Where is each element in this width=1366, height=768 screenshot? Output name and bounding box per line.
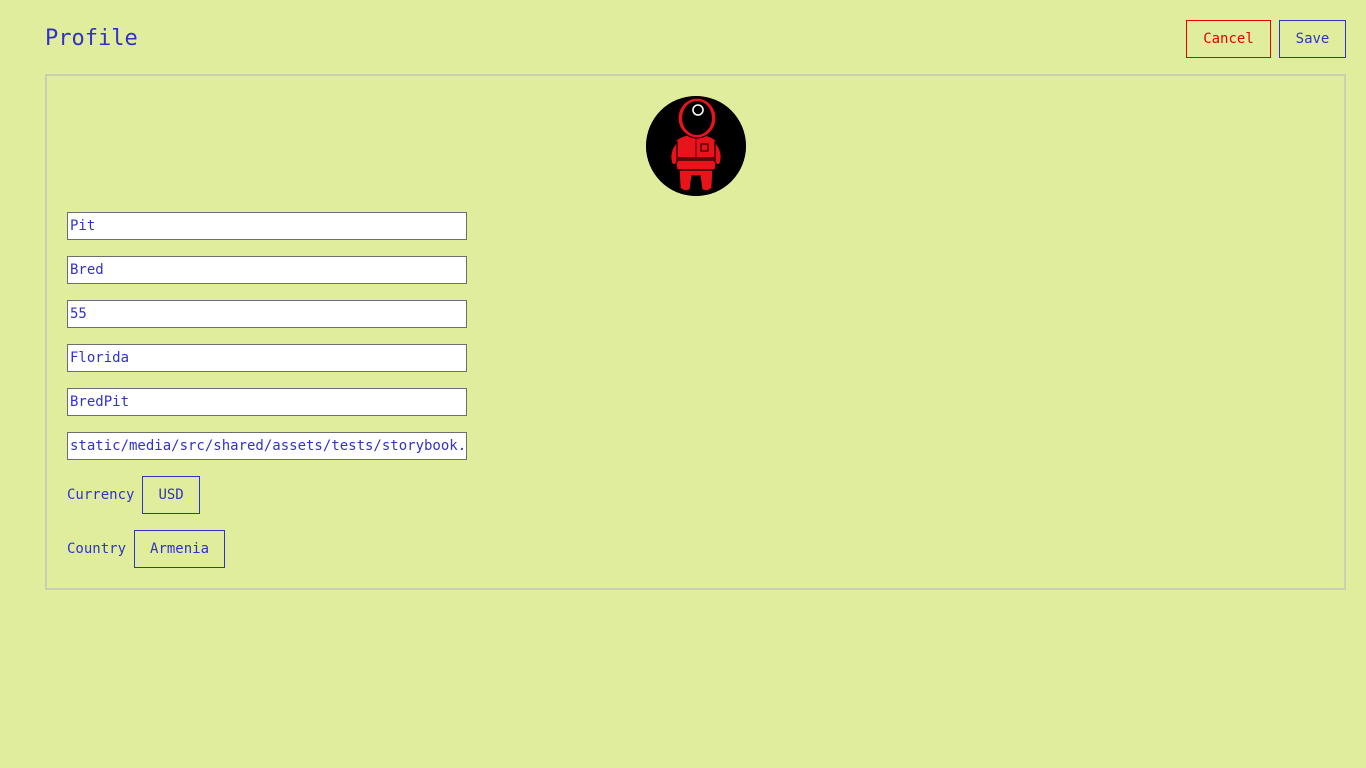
country-select-row: Country Armenia bbox=[67, 530, 226, 568]
save-button[interactable]: Save bbox=[1279, 20, 1346, 58]
avatar-url-input[interactable] bbox=[67, 432, 467, 460]
username-input[interactable] bbox=[67, 388, 467, 416]
avatar bbox=[646, 96, 746, 196]
first-name-input[interactable] bbox=[67, 212, 467, 240]
age-input[interactable] bbox=[67, 300, 467, 328]
squid-game-guard-icon bbox=[646, 96, 746, 196]
country-select[interactable]: Armenia bbox=[134, 530, 226, 568]
location-input[interactable] bbox=[67, 344, 467, 372]
cancel-button[interactable]: Cancel bbox=[1186, 20, 1271, 58]
profile-card: Currency USD Country Armenia bbox=[45, 74, 1346, 590]
last-name-input[interactable] bbox=[67, 256, 467, 284]
country-label: Country bbox=[67, 541, 127, 557]
currency-select-row: Currency USD bbox=[67, 476, 200, 514]
profile-page: Profile Cancel Save Pit Bred 55 Florida … bbox=[0, 0, 1366, 768]
currency-label: Currency bbox=[67, 487, 135, 503]
page-title: Profile bbox=[45, 26, 138, 51]
currency-select[interactable]: USD bbox=[142, 476, 200, 514]
